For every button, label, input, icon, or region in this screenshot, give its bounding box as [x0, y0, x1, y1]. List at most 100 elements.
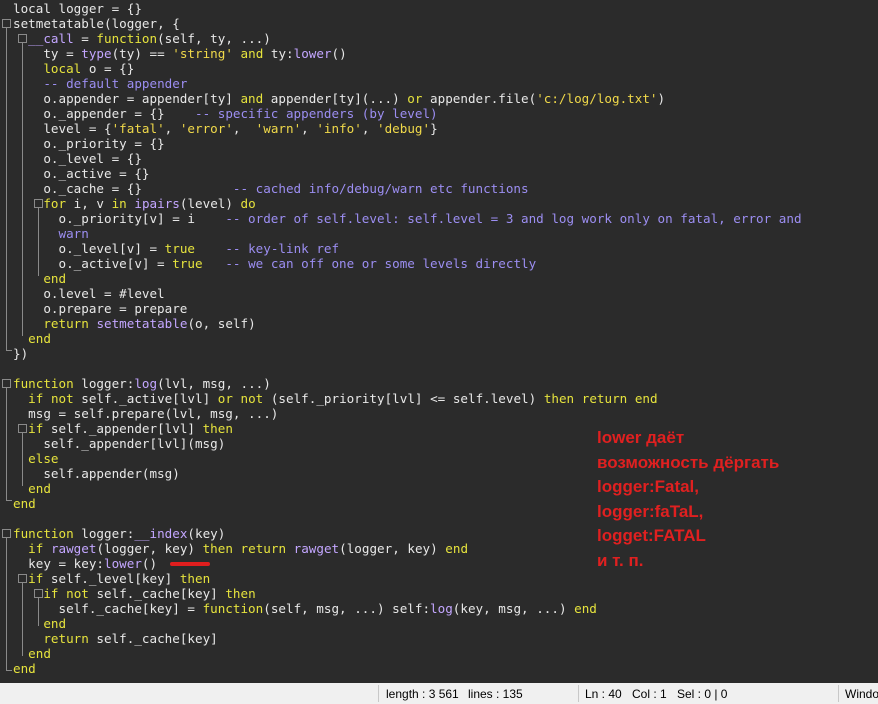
- code-line[interactable]: local o = {}: [13, 61, 134, 76]
- code-line[interactable]: o.prepare = prepare: [13, 301, 187, 316]
- code-line[interactable]: o._active = {}: [13, 166, 149, 181]
- code-token: 'error': [179, 121, 233, 136]
- status-eol-format: Windo: [845, 687, 878, 701]
- status-selection: Sel : 0 | 0: [677, 687, 728, 701]
- code-token: o._cache = {}: [13, 181, 233, 196]
- code-line[interactable]: local logger = {}: [13, 1, 142, 16]
- code-token: o._active[v] =: [13, 256, 173, 271]
- code-token: else: [28, 451, 59, 466]
- code-token: then: [179, 571, 211, 586]
- code-token: (): [141, 556, 158, 571]
- code-token: function: [96, 31, 158, 46]
- code-token: not: [50, 391, 74, 406]
- code-line[interactable]: if rawget(logger, key) then return rawge…: [13, 541, 468, 556]
- code-line[interactable]: __call = function(self, ty, ...): [13, 31, 271, 46]
- code-line[interactable]: end: [13, 496, 36, 511]
- code-token: appender.file(: [422, 91, 537, 106]
- code-line[interactable]: o._priority[v] = i -- order of self.leve…: [13, 211, 802, 226]
- code-token: -- order of self.level: self.level = 3 a…: [225, 211, 802, 226]
- fold-line: [22, 432, 23, 486]
- code-line[interactable]: if self._level[key] then: [13, 571, 210, 586]
- code-token: (ty) ==: [111, 46, 173, 61]
- code-line[interactable]: o._level[v] = true -- key-link ref: [13, 241, 339, 256]
- code-line[interactable]: level = {'fatal', 'error', 'warn', 'info…: [13, 121, 438, 136]
- code-token: rawget: [293, 541, 340, 556]
- code-token: o._priority = {}: [13, 136, 165, 151]
- fold-line: [6, 537, 7, 670]
- code-token: ty:: [263, 46, 294, 61]
- code-token: true: [172, 256, 203, 271]
- code-token: end: [574, 601, 597, 616]
- status-line-number: Ln : 40: [585, 687, 622, 701]
- code-line[interactable]: o._cache = {} -- cached info/debug/warn …: [13, 181, 528, 196]
- code-line[interactable]: -- default appender: [13, 76, 187, 91]
- code-token: return: [43, 631, 89, 646]
- code-line[interactable]: end: [13, 481, 51, 496]
- code-line[interactable]: self._appender[lvl](msg): [13, 436, 225, 451]
- code-editor[interactable]: local logger = {} setmetatable(logger, { …: [0, 0, 878, 683]
- code-line[interactable]: if not self._active[lvl] or not (self._p…: [13, 391, 658, 406]
- code-line[interactable]: if self._appender[lvl] then: [13, 421, 233, 436]
- fold-line: [22, 582, 23, 656]
- code-token: log: [430, 601, 453, 616]
- code-token: }: [430, 121, 438, 136]
- code-line[interactable]: self._cache[key] = function(self, msg, .…: [13, 601, 597, 616]
- code-line[interactable]: }): [13, 346, 28, 361]
- code-line[interactable]: end: [13, 646, 51, 661]
- code-token: ): [657, 91, 666, 106]
- code-line[interactable]: o._priority = {}: [13, 136, 165, 151]
- code-token: not: [240, 391, 264, 406]
- code-line[interactable]: end: [13, 661, 36, 676]
- code-token: end: [13, 496, 36, 511]
- code-token: return: [43, 316, 89, 331]
- annotation-line: logget:FATAL: [597, 526, 706, 545]
- code-line[interactable]: o.appender = appender[ty] and appender[t…: [13, 91, 665, 106]
- code-token: -- default appender: [43, 76, 188, 91]
- code-line[interactable]: else: [13, 451, 59, 466]
- code-token: end: [634, 391, 658, 406]
- code-token: ipairs: [134, 196, 180, 211]
- fold-line: [22, 42, 23, 336]
- code-line[interactable]: end: [13, 616, 66, 631]
- code-token: (key, msg, ...): [452, 601, 575, 616]
- code-line[interactable]: o._level = {}: [13, 151, 142, 166]
- code-line[interactable]: msg = self.prepare(lvl, msg, ...): [13, 406, 278, 421]
- code-token: end: [28, 331, 51, 346]
- code-line[interactable]: for i, v in ipairs(level) do: [13, 196, 256, 211]
- code-token: self.appender(msg): [13, 466, 180, 481]
- code-line[interactable]: self.appender(msg): [13, 466, 180, 481]
- code-line[interactable]: o.level = #level: [13, 286, 164, 301]
- code-line[interactable]: function logger:__index(key): [13, 526, 225, 541]
- code-line[interactable]: setmetatable(logger, {: [13, 16, 180, 31]
- status-separator: [838, 685, 839, 702]
- code-line[interactable]: o._active[v] = true -- we can off one or…: [13, 256, 536, 271]
- code-line[interactable]: return self._cache[key]: [13, 631, 217, 646]
- code-token: do: [240, 196, 256, 211]
- code-token: end: [43, 271, 67, 286]
- code-line[interactable]: key = key:lower(): [13, 556, 157, 571]
- code-token: if: [28, 391, 44, 406]
- code-line[interactable]: end: [13, 331, 51, 346]
- code-line[interactable]: warn: [13, 226, 89, 241]
- code-line[interactable]: ty = type(ty) == 'string' and ty:lower(): [13, 46, 346, 61]
- annotation-note: lower даёт возможность дёргать logger:Fa…: [597, 426, 779, 573]
- code-line[interactable]: if not self._cache[key] then: [13, 586, 255, 601]
- code-token: and: [240, 91, 264, 106]
- code-token: true: [164, 241, 195, 256]
- code-line[interactable]: end: [13, 271, 66, 286]
- code-line[interactable]: function logger:log(lvl, msg, ...): [13, 376, 271, 391]
- code-token: logger:: [73, 376, 135, 391]
- code-line[interactable]: return setmetatable(o, self): [13, 316, 255, 331]
- code-token: 'string': [172, 46, 233, 61]
- code-line[interactable]: o._appender = {} -- specific appenders (…: [13, 106, 437, 121]
- code-token: self._cache[key]: [88, 586, 226, 601]
- code-token: log: [134, 376, 158, 391]
